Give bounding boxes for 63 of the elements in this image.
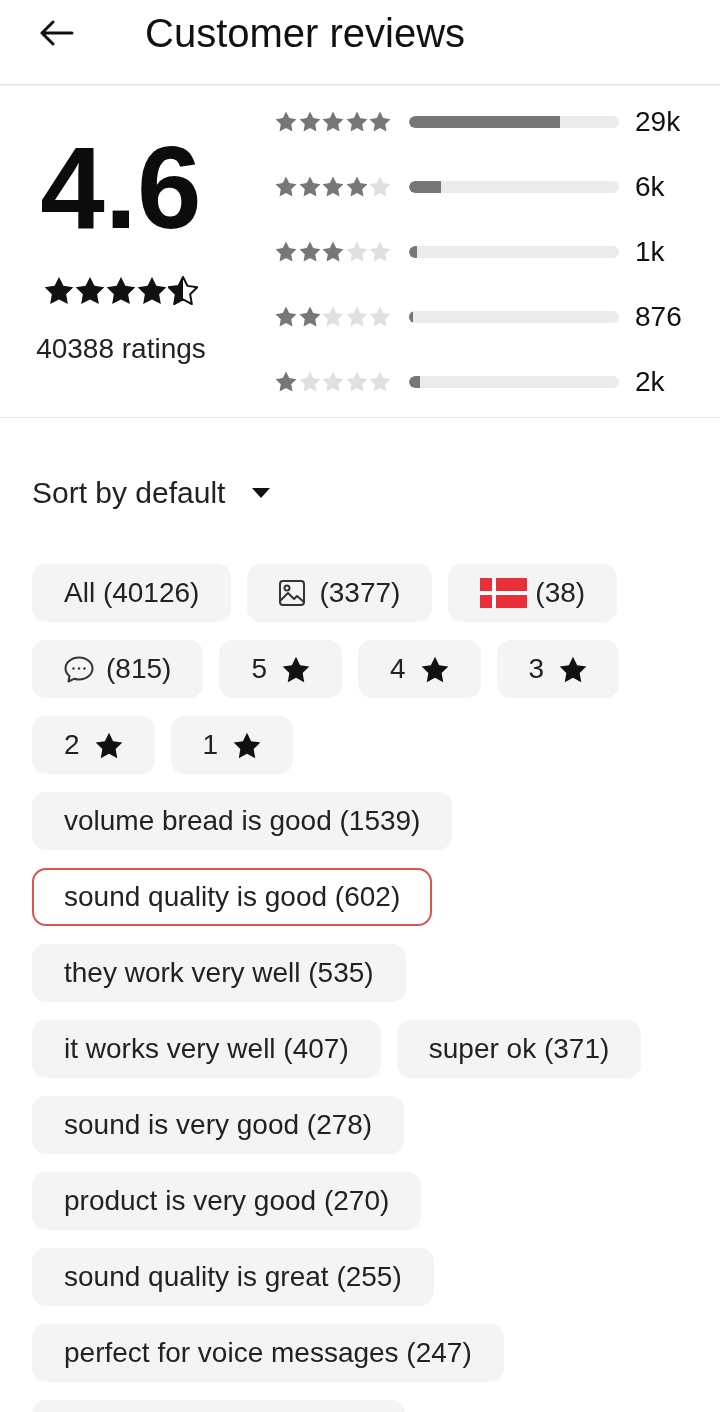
star-icon (298, 176, 321, 197)
star-icon (322, 111, 344, 132)
empty-star-icon (322, 371, 344, 392)
image-icon (279, 580, 306, 606)
star-icon (298, 306, 321, 327)
star-icon (233, 731, 262, 759)
star-icon (281, 655, 310, 683)
star-icon (275, 241, 297, 262)
page-title: Customer reviews (145, 10, 466, 56)
star-icon (275, 176, 297, 197)
photo-filter-chip[interactable]: (3377) (247, 564, 433, 622)
star-filter-chip[interactable]: 1 (170, 716, 294, 774)
arrow-left-icon (40, 20, 74, 46)
caret-down-icon (252, 488, 271, 498)
star-icon (322, 176, 344, 197)
star-icon (298, 111, 321, 132)
rating-count: 1k (635, 235, 665, 268)
empty-star-icon (369, 176, 391, 197)
tag-chip[interactable]: super ok (371) (396, 1020, 642, 1078)
empty-star-icon (322, 306, 344, 327)
comment-filter-chip[interactable]: (815) (32, 640, 204, 698)
tag-chip[interactable]: they work very well (535) (32, 944, 406, 1002)
star-icon (137, 276, 167, 305)
star-icon (420, 655, 449, 683)
flag-icon (480, 578, 528, 608)
empty-star-icon (369, 241, 391, 262)
star-icon (345, 111, 368, 132)
star-icon (275, 371, 297, 392)
star-icon (75, 276, 105, 305)
empty-star-icon (369, 371, 391, 392)
star-icon (94, 731, 123, 759)
chat-bubble-icon (64, 655, 94, 683)
star-filter-chip[interactable]: 3 (496, 640, 620, 698)
tag-chip[interactable]: product is very good (270) (32, 1172, 422, 1230)
star-icon (298, 241, 321, 262)
star-icon (275, 306, 297, 327)
star-icon (345, 176, 368, 197)
star-icon (44, 276, 74, 305)
star-filter-chip[interactable]: 4 (357, 640, 481, 698)
tag-chip[interactable]: sound is very good (278) (32, 1096, 405, 1154)
star-icon (322, 241, 344, 262)
star-icon (275, 111, 297, 132)
star-icon (369, 111, 391, 132)
rating-count: 876 (635, 300, 682, 333)
all-filter-chip[interactable]: All (40126) (32, 564, 232, 622)
rating-count: 2k (635, 365, 665, 398)
tag-chip[interactable]: sound quality is great (255) (32, 1248, 434, 1306)
country-filter-chip[interactable]: (38) (448, 564, 618, 622)
star-icon (106, 276, 136, 305)
rating-count: 29k (635, 105, 681, 138)
star-filter-chip[interactable]: 2 (32, 716, 155, 774)
tag-chip[interactable]: perfect for voice messages (247) (32, 1324, 504, 1382)
star-filter-chip[interactable]: 5 (219, 640, 342, 698)
empty-star-icon (369, 306, 391, 327)
tag-chip[interactable]: sound quality is good (602) (32, 868, 433, 926)
tag-chip[interactable]: volume bread is good (1539) (32, 792, 453, 850)
half-star-icon (168, 276, 198, 305)
rating-count: 6k (635, 170, 665, 203)
sort-dropdown[interactable]: Sort by default (32, 476, 271, 510)
average-rating: 4.6 (40, 130, 202, 246)
ratings-count: 40388 ratings (36, 333, 206, 365)
tag-chip[interactable]: it works very well (407) (32, 1020, 381, 1078)
star-icon (559, 655, 588, 683)
